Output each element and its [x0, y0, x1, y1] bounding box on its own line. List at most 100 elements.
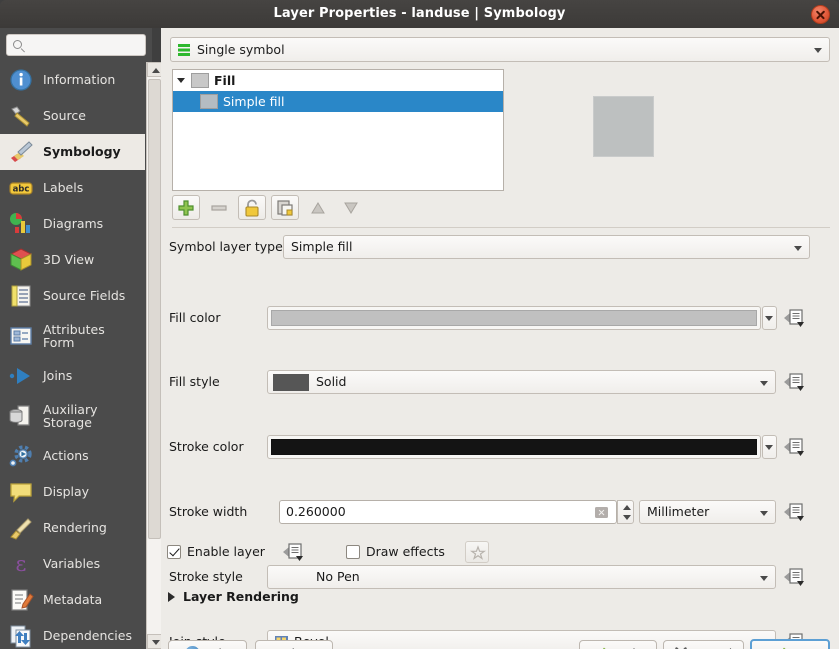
- sidebar-item-variables[interactable]: ɛ Variables: [0, 546, 145, 582]
- stroke-style-override-button[interactable]: [783, 566, 805, 588]
- sidebar-item-dependencies[interactable]: Dependencies: [0, 618, 145, 649]
- sidebar-item-display[interactable]: Display: [0, 474, 145, 510]
- sidebar-item-label: Variables: [43, 556, 101, 572]
- symbol-tree-row[interactable]: Fill: [173, 70, 503, 91]
- draw-effects-checkbox[interactable]: [346, 545, 360, 559]
- symbol-tree-row[interactable]: Simple fill: [173, 91, 503, 112]
- sidebar-item-label: Source: [43, 108, 86, 124]
- chevron-down-icon: [794, 246, 802, 251]
- symbol-tree-label: Fill: [214, 73, 236, 88]
- symbol-layer-type-combobox[interactable]: Simple fill: [283, 235, 810, 259]
- move-up-button: [304, 195, 332, 220]
- sidebar-item-source-fields[interactable]: Source Fields: [0, 278, 145, 314]
- search-input[interactable]: [29, 36, 143, 54]
- sidebar-nav-list: Information Source Symbology abc Labels Diagr…: [0, 62, 145, 649]
- sidebar-item-label: Actions: [43, 448, 89, 464]
- sidebar-item-label: Symbology: [43, 144, 121, 160]
- title-bar: Layer Properties - landuse | Symbology: [0, 0, 839, 28]
- sidebar-scrollbar[interactable]: [146, 62, 162, 649]
- preview-swatch: [593, 96, 654, 157]
- source-icon: [8, 103, 36, 129]
- symbology-brush-icon: [8, 139, 36, 165]
- labels-abc-icon: abc: [8, 175, 36, 201]
- metadata-pencil-icon: [8, 587, 36, 613]
- lock-layer-button[interactable]: [238, 195, 266, 220]
- style-button[interactable]: Style: [255, 640, 333, 649]
- symbol-tree-label: Simple fill: [223, 94, 285, 109]
- enable-layer-override-button[interactable]: [282, 541, 304, 563]
- sidebar-item-source[interactable]: Source: [0, 98, 145, 134]
- sidebar-item-label: Rendering: [43, 520, 107, 536]
- stroke-style-combobox[interactable]: No Pen: [267, 565, 776, 589]
- sidebar-item-metadata[interactable]: Metadata: [0, 582, 145, 618]
- sidebar-item-auxiliary-storage[interactable]: Auxiliary Storage: [0, 394, 145, 438]
- symbol-swatch: [200, 94, 218, 109]
- layer-rendering-label: Layer Rendering: [183, 589, 299, 604]
- rendering-brush-icon: [8, 515, 36, 541]
- display-balloon-icon: [8, 479, 36, 505]
- dependencies-icon: [8, 623, 36, 649]
- style-button-label: Style: [271, 646, 302, 649]
- sidebar-item-label: Dependencies: [43, 628, 132, 644]
- add-symbol-layer-button[interactable]: [172, 195, 200, 220]
- search-box[interactable]: [6, 34, 146, 56]
- sidebar-item-label: Joins: [43, 368, 73, 384]
- symbol-property-form: Symbol layer type Simple fill Fill color: [161, 233, 839, 649]
- symbol-layer-tree[interactable]: Fill Simple fill: [172, 69, 504, 191]
- enable-layer-checkbox[interactable]: [167, 545, 181, 559]
- toolbar-separator: [172, 227, 830, 228]
- scroll-up-icon[interactable]: [147, 62, 162, 77]
- cancel-button-label: Cancel: [690, 646, 732, 649]
- row-offset: Offset x 0.000000 y 0.000000 Millimeter: [161, 457, 839, 523]
- close-icon[interactable]: [811, 5, 830, 24]
- sidebar-item-joins[interactable]: Joins: [0, 358, 145, 394]
- sidebar-item-information[interactable]: Information: [0, 62, 145, 98]
- svg-text:ɛ: ɛ: [16, 552, 27, 576]
- window-title: Layer Properties - landuse | Symbology: [273, 6, 566, 21]
- row-stroke-width: Stroke width 0.260000 Millimeter: [161, 361, 839, 524]
- sidebar: Information Source Symbology abc Labels Diagr…: [0, 28, 162, 649]
- cancel-button[interactable]: Cancel: [663, 640, 744, 649]
- variables-epsilon-icon: ɛ: [8, 551, 36, 577]
- duplicate-layer-button[interactable]: [271, 195, 299, 220]
- draw-effects-label: Draw effects: [366, 544, 445, 559]
- plus-icon: [176, 198, 196, 222]
- sidebar-item-symbology[interactable]: Symbology: [0, 134, 145, 170]
- layer-rendering-collapsible[interactable]: Layer Rendering: [168, 589, 299, 604]
- chevron-down-icon: [814, 48, 822, 53]
- row-symbol-layer-type: Symbol layer type Simple fill: [161, 233, 839, 265]
- renderer-type-combobox[interactable]: Single symbol: [170, 37, 830, 62]
- sidebar-item-3d-view[interactable]: 3D View: [0, 242, 145, 278]
- sidebar-item-label: 3D View: [43, 252, 95, 268]
- chevron-down-icon[interactable]: [173, 70, 191, 91]
- scroll-down-icon[interactable]: [147, 634, 162, 649]
- help-button[interactable]: ? Help: [168, 640, 247, 649]
- sidebar-item-actions[interactable]: Actions: [0, 438, 145, 474]
- sidebar-item-label: Source Fields: [43, 288, 126, 304]
- sidebar-item-label: Display: [43, 484, 90, 500]
- information-icon: [8, 67, 36, 93]
- sidebar-item-label: Metadata: [43, 592, 103, 608]
- sidebar-item-attributes-form[interactable]: Attributes Form: [0, 314, 145, 358]
- stroke-style-value: No Pen: [316, 569, 360, 584]
- lock-icon: [242, 198, 262, 222]
- sidebar-item-label: Diagrams: [43, 216, 104, 232]
- diagrams-icon: [8, 211, 36, 237]
- sidebar-item-diagrams[interactable]: Diagrams: [0, 206, 145, 242]
- sidebar-item-rendering[interactable]: Rendering: [0, 510, 145, 546]
- attributes-form-icon: [8, 323, 36, 349]
- arrow-down-icon: [341, 198, 361, 222]
- sidebar-item-label: Labels: [43, 180, 84, 196]
- draw-effects-settings-button[interactable]: [465, 541, 489, 563]
- scrollbar-thumb[interactable]: [148, 79, 161, 539]
- apply-button[interactable]: Apply: [579, 640, 657, 649]
- remove-symbol-layer-button: [205, 195, 233, 220]
- sidebar-item-label: Auxiliary Storage: [43, 401, 98, 430]
- help-button-label: Help: [201, 646, 230, 649]
- search-icon: [13, 40, 22, 49]
- stroke-style-label: Stroke style: [169, 569, 243, 584]
- ok-button[interactable]: OK: [750, 639, 830, 649]
- source-fields-icon: [8, 283, 36, 309]
- sidebar-item-labels[interactable]: abc Labels: [0, 170, 145, 206]
- minus-icon: [209, 198, 229, 222]
